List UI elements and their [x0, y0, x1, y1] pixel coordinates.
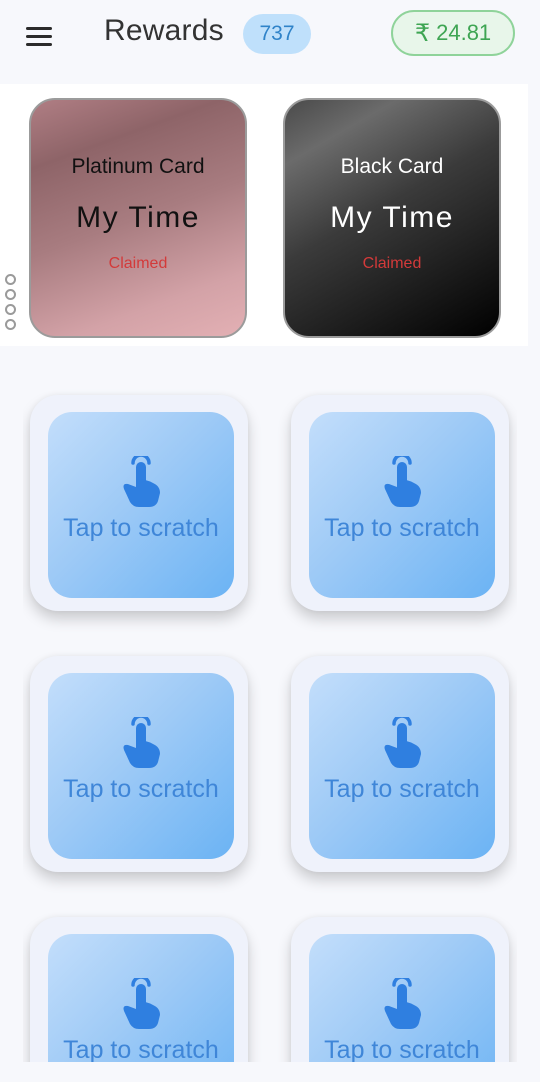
wallet-balance-button[interactable]: ₹ 24.81	[391, 10, 515, 56]
tap-finger-icon	[384, 717, 421, 768]
scratch-surface[interactable]: Tap to scratch	[48, 934, 234, 1062]
rewards-screen: Rewards 737 ₹ 24.81 Platinum Card My Tim…	[0, 0, 540, 1082]
scratch-card[interactable]: Tap to scratch	[291, 917, 509, 1062]
scratch-card[interactable]: Tap to scratch	[30, 656, 248, 872]
tap-to-scratch-label: Tap to scratch	[63, 514, 219, 542]
claimed-status: Claimed	[108, 255, 168, 272]
scratch-surface[interactable]: Tap to scratch	[48, 673, 234, 859]
scratch-card-grid[interactable]: Tap to scratch Tap to scratch Tap to scr…	[23, 370, 517, 1062]
hamburger-menu-icon[interactable]	[22, 18, 58, 54]
scratch-surface[interactable]: Tap to scratch	[309, 934, 495, 1062]
card-name: Black Card	[340, 155, 444, 178]
rupee-icon: ₹	[414, 19, 431, 47]
page-title: Rewards	[104, 14, 224, 47]
points-badge: 737	[243, 14, 311, 54]
tap-finger-icon	[123, 978, 160, 1029]
wallet-amount: 24.81	[436, 20, 492, 45]
page-dot[interactable]	[5, 289, 16, 300]
card-name: Platinum Card	[71, 155, 205, 178]
bottom-edge	[0, 1062, 540, 1082]
scratch-card[interactable]: Tap to scratch	[30, 917, 248, 1062]
scratch-surface[interactable]: Tap to scratch	[48, 412, 234, 598]
page-dot[interactable]	[5, 304, 16, 315]
black-card[interactable]: Black Card My Time Claimed	[283, 98, 501, 338]
carousel-page-indicator	[5, 274, 16, 330]
claimed-status: Claimed	[362, 255, 422, 272]
page-dot[interactable]	[5, 274, 16, 285]
tap-to-scratch-label: Tap to scratch	[324, 775, 480, 803]
card-brand: My Time	[330, 201, 454, 234]
tap-to-scratch-label: Tap to scratch	[63, 1036, 219, 1062]
card-brand: My Time	[76, 201, 200, 234]
platinum-card[interactable]: Platinum Card My Time Claimed	[29, 98, 247, 338]
scratch-surface[interactable]: Tap to scratch	[309, 673, 495, 859]
tap-to-scratch-label: Tap to scratch	[324, 514, 480, 542]
tap-to-scratch-label: Tap to scratch	[63, 775, 219, 803]
tap-finger-icon	[123, 717, 160, 768]
scratch-surface[interactable]: Tap to scratch	[309, 412, 495, 598]
tap-to-scratch-label: Tap to scratch	[324, 1036, 480, 1062]
scratch-card[interactable]: Tap to scratch	[291, 395, 509, 611]
scratch-card[interactable]: Tap to scratch	[30, 395, 248, 611]
tap-finger-icon	[123, 456, 160, 507]
tap-finger-icon	[384, 456, 421, 507]
tap-finger-icon	[384, 978, 421, 1029]
top-app-bar: Rewards 737 ₹ 24.81	[0, 0, 540, 72]
scratch-card[interactable]: Tap to scratch	[291, 656, 509, 872]
page-dot[interactable]	[5, 319, 16, 330]
